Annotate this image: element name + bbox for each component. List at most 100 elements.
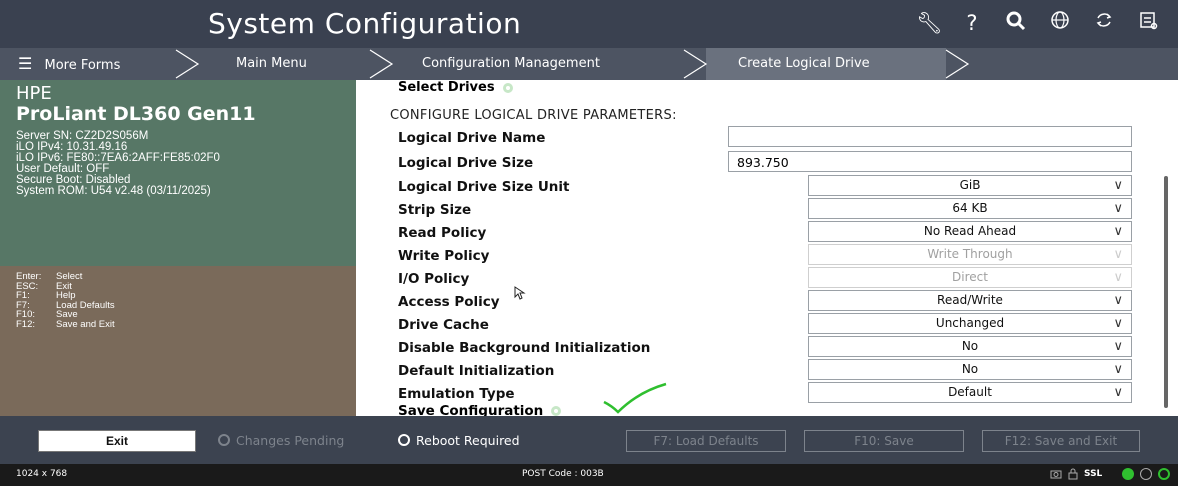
search-icon[interactable] xyxy=(1004,10,1028,36)
breadcrumb-create-logical-drive[interactable]: Create Logical Drive xyxy=(738,48,870,80)
field-select[interactable]: GiB ∨ xyxy=(808,175,1132,196)
power-icon[interactable] xyxy=(1158,468,1171,480)
field-select[interactable]: Unchanged ∨ xyxy=(808,313,1132,334)
select-value: No xyxy=(961,339,979,353)
help-icon[interactable]: ? xyxy=(960,10,984,36)
reboot-required-indicator: Reboot Required xyxy=(398,433,520,448)
exit-button[interactable]: Exit xyxy=(38,430,196,452)
field-label: Strip Size xyxy=(398,202,472,218)
select-value: 64 KB xyxy=(952,201,988,215)
select-value: Unchanged xyxy=(935,316,1005,330)
chevron-down-icon: ∨ xyxy=(1113,178,1123,193)
select-value: Write Through xyxy=(927,247,1013,261)
field-select[interactable]: 64 KB ∨ xyxy=(808,198,1132,219)
form-row: Disable Background Initialization No ∨ xyxy=(356,336,1166,358)
form-row: Write Policy Write Through ∨ xyxy=(356,244,1166,266)
hamburger-icon: ☰ xyxy=(18,54,33,73)
chevron-down-icon: ∨ xyxy=(1113,362,1123,377)
resolution-label: 1024 x 768 xyxy=(16,469,68,479)
breadcrumb: ☰ More Forms Main Menu Configuration Man… xyxy=(0,48,1178,80)
ssl-label: SSL xyxy=(1084,469,1103,479)
select-value: No Read Ahead xyxy=(923,224,1017,238)
wrench-icon[interactable]: 🔧︎ xyxy=(916,10,943,36)
field-select[interactable]: No Read Ahead ∨ xyxy=(808,221,1132,242)
scrollbar[interactable] xyxy=(1164,176,1168,408)
circle-icon xyxy=(398,434,410,446)
chevron-down-icon: ∨ xyxy=(1113,270,1123,285)
refresh-icon[interactable] xyxy=(1092,10,1116,36)
chevron-down-icon: ∨ xyxy=(1113,224,1123,239)
field-label: Logical Drive Size Unit xyxy=(398,179,570,195)
chevron-right-icon xyxy=(369,49,394,79)
field-select: Direct ∨ xyxy=(808,267,1132,288)
row-logical-drive-size: Logical Drive Size 893.750 xyxy=(356,151,1166,173)
system-rom: System ROM: U54 v2.48 (03/11/2025) xyxy=(16,185,211,197)
select-value: No xyxy=(961,362,979,376)
more-forms-button[interactable]: ☰ More Forms xyxy=(18,48,120,80)
chevron-down-icon: ∨ xyxy=(1113,201,1123,216)
logical-drive-size-input[interactable]: 893.750 xyxy=(728,151,1132,172)
form-row: I/O Policy Direct ∨ xyxy=(356,267,1166,289)
section-title: CONFIGURE LOGICAL DRIVE PARAMETERS: xyxy=(390,108,677,123)
changes-pending-indicator: Changes Pending xyxy=(218,433,344,448)
circle-icon xyxy=(218,434,230,446)
field-label: I/O Policy xyxy=(398,271,470,287)
status-dot-icon xyxy=(551,406,562,416)
chevron-right-icon xyxy=(945,49,970,79)
chevron-down-icon: ∨ xyxy=(1113,339,1123,354)
field-label: Disable Background Initialization xyxy=(398,340,651,356)
breadcrumb-configuration-management[interactable]: Configuration Management xyxy=(422,48,600,80)
form-row: Strip Size 64 KB ∨ xyxy=(356,198,1166,220)
log-icon[interactable] xyxy=(1136,10,1160,36)
chevron-down-icon: ∨ xyxy=(1113,293,1123,308)
server-model: ProLiant DL360 Gen11 xyxy=(16,103,256,125)
page-title: System Configuration xyxy=(208,7,522,40)
form-row: Drive Cache Unchanged ∨ xyxy=(356,313,1166,335)
status-bar: 1024 x 768 POST Code : 003B SSL xyxy=(0,464,1178,486)
save-and-exit-button[interactable]: F12: Save and Exit xyxy=(982,430,1140,452)
chevron-down-icon: ∨ xyxy=(1113,316,1123,331)
mouse-cursor-icon xyxy=(514,286,526,300)
camera-icon[interactable] xyxy=(1050,468,1062,480)
form-row: Default Initialization No ∨ xyxy=(356,359,1166,381)
field-select[interactable]: Read/Write ∨ xyxy=(808,290,1132,311)
status-dot-icon xyxy=(502,82,513,93)
save-button[interactable]: F10: Save xyxy=(804,430,964,452)
lock-icon xyxy=(1068,468,1078,480)
field-label: Read Policy xyxy=(398,225,487,241)
chevron-down-icon: ∨ xyxy=(1113,385,1123,400)
select-value: Direct xyxy=(952,270,988,284)
field-label: Default Initialization xyxy=(398,363,555,379)
brand-label: HPE xyxy=(16,83,52,104)
chevron-down-icon: ∨ xyxy=(1113,247,1123,262)
chevron-right-icon xyxy=(683,49,708,79)
form-panel: Select Drives CONFIGURE LOGICAL DRIVE PA… xyxy=(356,80,1178,419)
status-ok-icon xyxy=(1122,468,1135,480)
footer-bar: Exit Changes Pending Reboot Required F7:… xyxy=(0,416,1178,464)
form-row: Logical Drive Size Unit GiB ∨ xyxy=(356,175,1166,197)
key-help-panel: Enter: Select ESC: Exit F1: Help F7: Load De… xyxy=(0,266,356,416)
logical-drive-name-input[interactable] xyxy=(728,126,1132,147)
field-label: Emulation Type xyxy=(398,386,515,402)
field-select[interactable]: No ∨ xyxy=(808,359,1132,380)
chevron-right-icon xyxy=(175,49,200,79)
form-row: Access Policy Read/Write ∨ xyxy=(356,290,1166,312)
status-idle-icon xyxy=(1140,468,1153,480)
form-row: Emulation Type Default ∨ xyxy=(356,382,1166,404)
field-select[interactable]: No ∨ xyxy=(808,336,1132,357)
post-code-label: POST Code : 003B xyxy=(522,469,604,479)
breadcrumb-main-menu[interactable]: Main Menu xyxy=(236,48,307,80)
select-value: Default xyxy=(948,385,992,399)
field-select[interactable]: Default ∨ xyxy=(808,382,1132,403)
field-select: Write Through ∨ xyxy=(808,244,1132,265)
select-value: GiB xyxy=(959,178,981,192)
select-value: Read/Write xyxy=(937,293,1003,307)
globe-icon[interactable] xyxy=(1048,10,1072,36)
select-drives-link[interactable]: Select Drives xyxy=(398,80,513,95)
row-logical-drive-name: Logical Drive Name xyxy=(356,126,1166,148)
field-label: Drive Cache xyxy=(398,317,489,333)
checkmark-annotation-icon xyxy=(603,382,667,414)
title-bar: System Configuration 🔧︎ ? xyxy=(0,0,1178,48)
key-help-item: F12: Save and Exit xyxy=(16,318,115,330)
load-defaults-button[interactable]: F7: Load Defaults xyxy=(626,430,786,452)
